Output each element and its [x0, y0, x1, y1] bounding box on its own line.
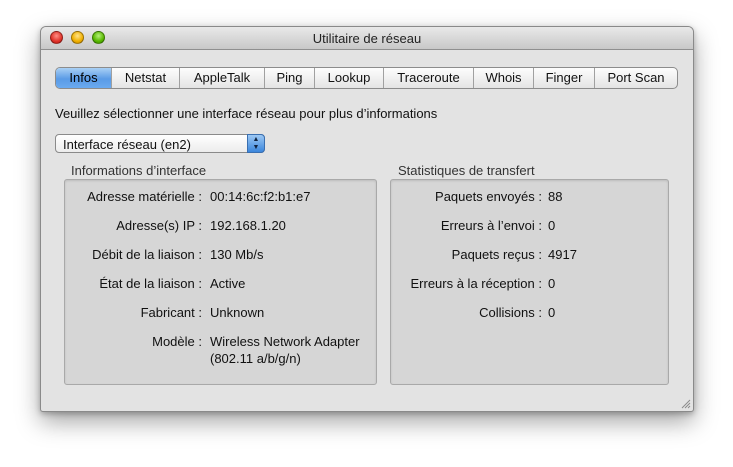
- info-row-model: Modèle : Wireless Network Adapter (802.1…: [65, 334, 376, 370]
- tab-traceroute[interactable]: Traceroute: [383, 68, 473, 88]
- transfer-stats-title: Statistiques de transfert: [398, 163, 535, 178]
- collisions-label: Collisions :: [479, 305, 542, 320]
- link-status-label: État de la liaison :: [99, 276, 202, 291]
- network-utility-window: Utilitaire de réseau Infos Netstat Apple…: [40, 26, 694, 412]
- interface-select-value: Interface réseau (en2): [63, 137, 191, 152]
- stats-row-collisions: Collisions : 0: [391, 305, 668, 323]
- vendor-value: Unknown: [210, 305, 265, 320]
- ip-address-value: 192.168.1.20: [210, 218, 286, 233]
- packets-received-value: 4917: [548, 247, 577, 262]
- transfer-stats-box: Paquets envoyés : 88 Erreurs à l’envoi :…: [390, 179, 669, 385]
- model-value-detail: (802.11 a/b/g/n): [210, 351, 301, 366]
- tab-bar: Infos Netstat AppleTalk Ping Lookup Trac…: [55, 67, 678, 89]
- hardware-address-value: 00:14:6c:f2:b1:e7: [210, 189, 311, 204]
- instruction-text: Veuillez sélectionner une interface rése…: [55, 106, 438, 121]
- interface-info-title: Informations d’interface: [71, 163, 207, 178]
- up-down-arrows-icon: ▲ ▼: [247, 134, 265, 153]
- link-speed-value: 130 Mb/s: [210, 247, 264, 262]
- receive-errors-value: 0: [548, 276, 556, 291]
- interface-select[interactable]: Interface réseau (en2) ▲ ▼: [55, 134, 265, 153]
- tab-ping[interactable]: Ping: [264, 68, 314, 88]
- collisions-value: 0: [548, 305, 556, 320]
- resize-grip-icon[interactable]: [679, 397, 691, 409]
- info-row-link-status: État de la liaison : Active: [65, 276, 376, 294]
- model-value: Wireless Network Adapter: [210, 334, 360, 349]
- send-errors-value: 0: [548, 218, 556, 233]
- link-speed-label: Débit de la liaison :: [92, 247, 202, 262]
- vendor-label: Fabricant :: [140, 305, 202, 320]
- tab-infos[interactable]: Infos: [56, 68, 111, 88]
- stats-row-packets-sent: Paquets envoyés : 88: [391, 189, 668, 207]
- info-row-link-speed: Débit de la liaison : 130 Mb/s: [65, 247, 376, 265]
- hardware-address-label: Adresse matérielle :: [87, 189, 202, 204]
- info-row-hardware-address: Adresse matérielle : 00:14:6c:f2:b1:e7: [65, 189, 376, 207]
- packets-sent-value: 88: [548, 189, 563, 204]
- link-status-value: Active: [210, 276, 246, 291]
- interface-info-box: Adresse matérielle : 00:14:6c:f2:b1:e7 A…: [64, 179, 377, 385]
- stats-row-packets-received: Paquets reçus : 4917: [391, 247, 668, 265]
- tab-finger[interactable]: Finger: [533, 68, 594, 88]
- packets-received-label: Paquets reçus :: [451, 247, 542, 262]
- model-label: Modèle :: [152, 334, 202, 349]
- title-bar[interactable]: Utilitaire de réseau: [41, 27, 693, 50]
- tab-netstat[interactable]: Netstat: [111, 68, 179, 88]
- tab-port-scan[interactable]: Port Scan: [594, 68, 677, 88]
- info-row-vendor: Fabricant : Unknown: [65, 305, 376, 323]
- window-title: Utilitaire de réseau: [312, 31, 422, 46]
- packets-sent-label: Paquets envoyés :: [435, 189, 542, 204]
- receive-errors-label: Erreurs à la réception :: [410, 276, 542, 291]
- tab-appletalk[interactable]: AppleTalk: [179, 68, 264, 88]
- stats-row-send-errors: Erreurs à l’envoi : 0: [391, 218, 668, 236]
- tab-lookup[interactable]: Lookup: [314, 68, 383, 88]
- stats-row-receive-errors: Erreurs à la réception : 0: [391, 276, 668, 294]
- tab-whois[interactable]: Whois: [473, 68, 533, 88]
- send-errors-label: Erreurs à l’envoi :: [440, 218, 542, 233]
- ip-address-label: Adresse(s) IP :: [116, 218, 202, 233]
- info-row-ip-address: Adresse(s) IP : 192.168.1.20: [65, 218, 376, 236]
